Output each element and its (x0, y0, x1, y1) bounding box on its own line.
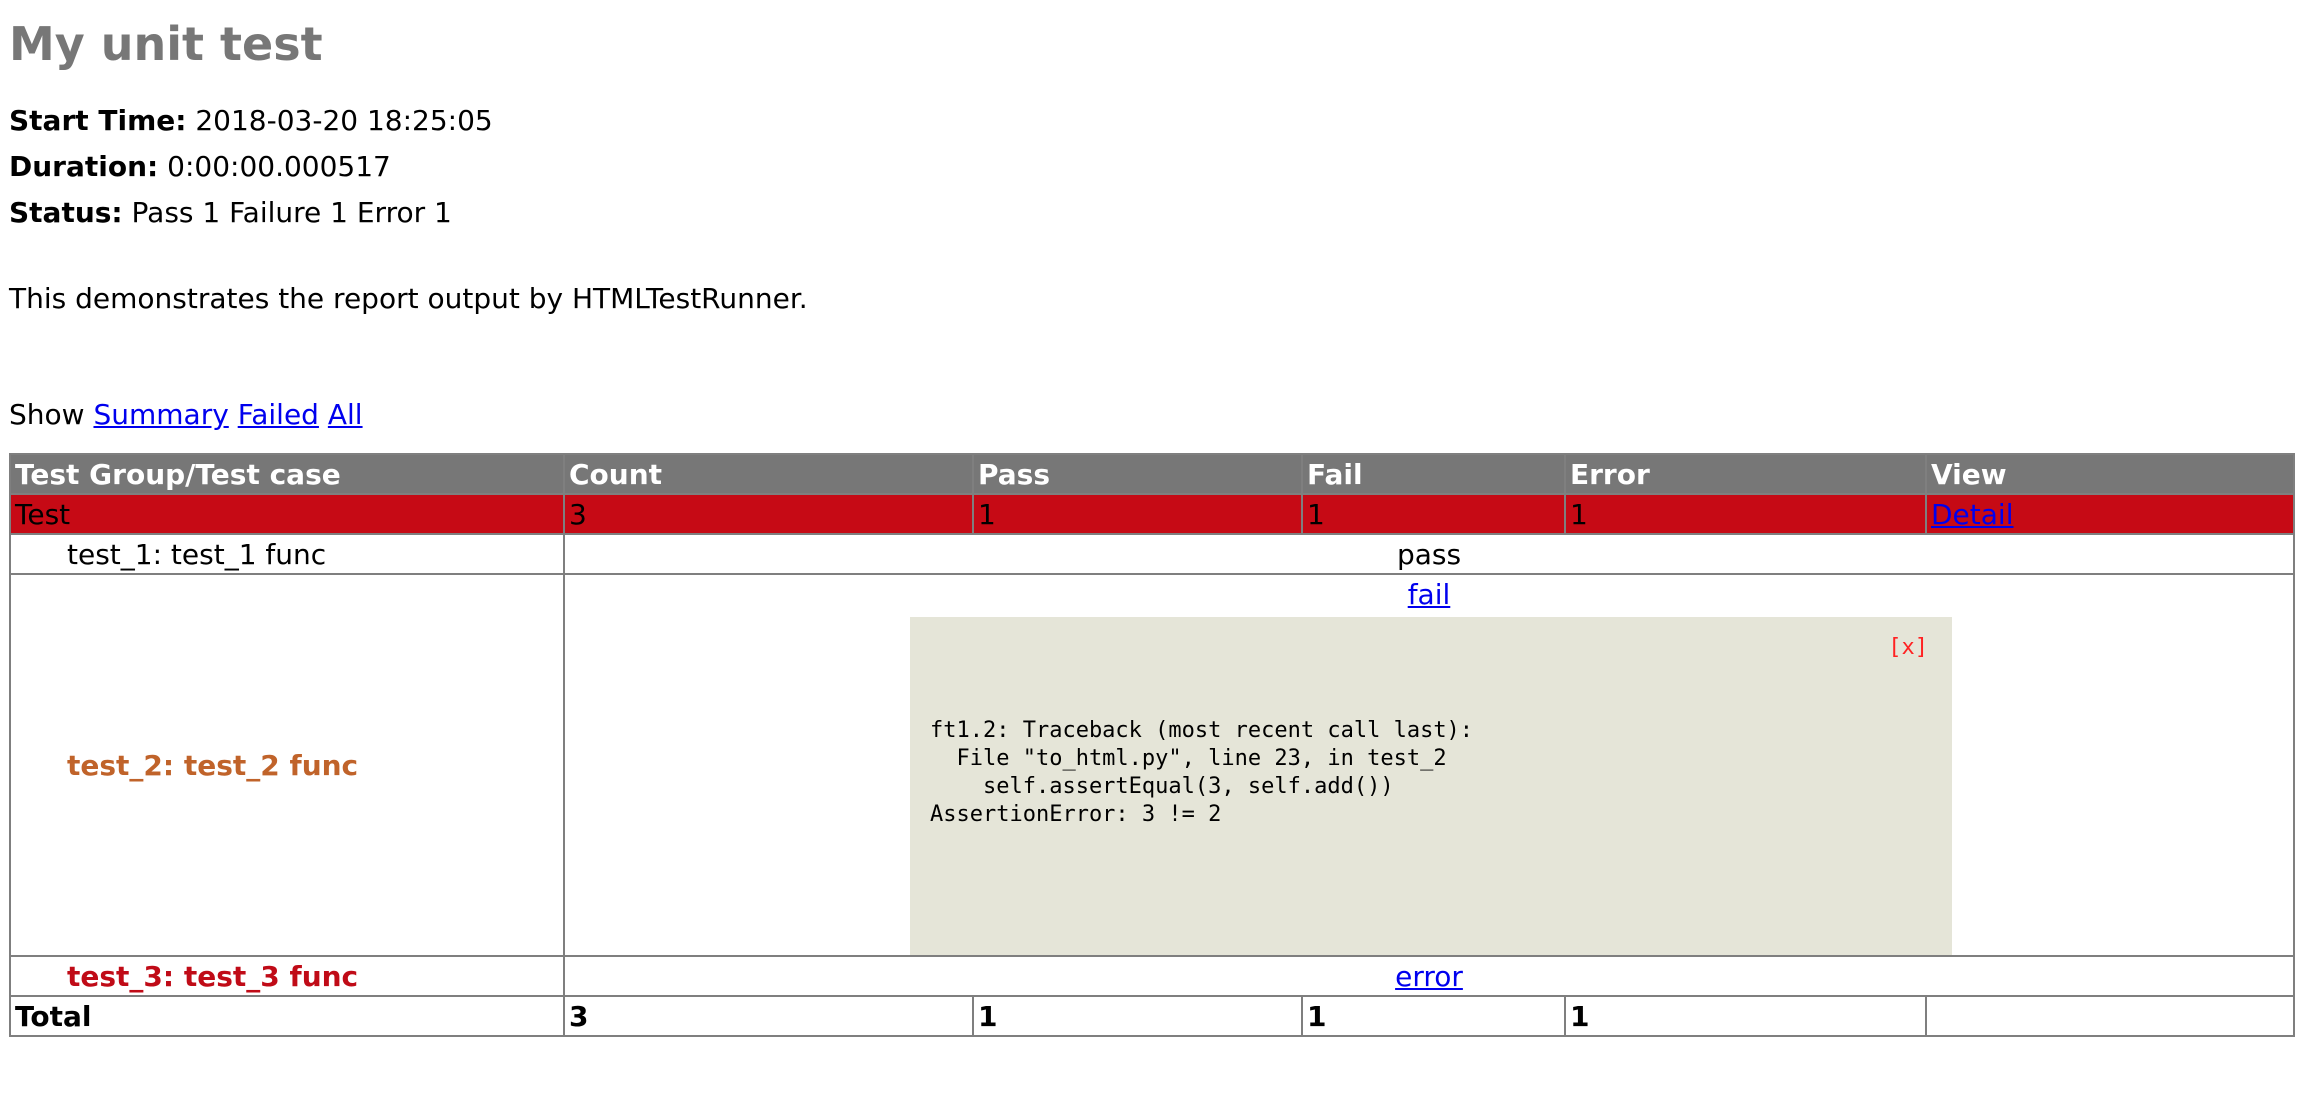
case-fail-link[interactable]: fail (1408, 578, 1451, 611)
total-fail: 1 (1301, 995, 1566, 1037)
group-fail: 1 (1301, 493, 1566, 535)
case-name-test-1: test_1: test_1 func (9, 533, 565, 575)
case-status-test-2-cell: fail [x] ft1.2: Traceback (most recent c… (563, 573, 2295, 957)
header-pass: Pass (972, 453, 1303, 495)
table-row: test_2: test_2 func fail [x] ft1.2: Trac… (9, 573, 2295, 957)
page-title: My unit test (9, 17, 323, 71)
total-count: 3 (563, 995, 974, 1037)
report-description: This demonstrates the report output by H… (9, 282, 808, 315)
total-row: Total 3 1 1 1 (9, 995, 2295, 1037)
show-label: Show (9, 398, 85, 431)
case-name-test-3: test_3: test_3 func (67, 959, 359, 993)
traceback-popup: [x] ft1.2: Traceback (most recent call l… (910, 617, 1952, 954)
total-view (1925, 995, 2295, 1037)
report-page: My unit test Start Time: 2018-03-20 18:2… (0, 0, 2300, 438)
header-fail: Fail (1301, 453, 1566, 495)
group-row-test: Test 3 1 1 1 Detail (9, 493, 2295, 535)
group-pass: 1 (972, 493, 1303, 535)
case-name-test-3-cell: test_3: test_3 func (9, 955, 565, 997)
status-attribute: Status: Pass 1 Failure 1 Error 1 (9, 190, 2300, 236)
traceback-text: ft1.2: Traceback (most recent call last)… (930, 718, 1474, 827)
start-time-value: 2018-03-20 18:25:05 (195, 104, 493, 137)
group-detail-link[interactable]: Detail (1931, 498, 2013, 531)
table-header-row: Test Group/Test case Count Pass Fail Err… (9, 453, 2295, 495)
total-error: 1 (1564, 995, 1927, 1037)
start-time-label: Start Time: (9, 104, 187, 137)
case-error-link[interactable]: error (1395, 960, 1463, 993)
total-label: Total (9, 995, 565, 1037)
close-popup-button[interactable]: [x] (1888, 635, 1928, 660)
group-error: 1 (1564, 493, 1927, 535)
show-summary-link[interactable]: Summary (93, 398, 228, 431)
table-row: test_1: test_1 func pass (9, 533, 2295, 575)
header-test-group: Test Group/Test case (9, 453, 565, 495)
group-name: Test (9, 493, 565, 535)
status-label: Status: (9, 196, 123, 229)
header-error: Error (1564, 453, 1927, 495)
case-status-test-3-cell: error (563, 955, 2295, 997)
show-filter: Show Summary Failed All (9, 392, 2300, 438)
total-pass: 1 (972, 995, 1303, 1037)
group-view-cell: Detail (1925, 493, 2295, 535)
status-value: Pass 1 Failure 1 Error 1 (131, 196, 452, 229)
header-view: View (1925, 453, 2295, 495)
start-time-attribute: Start Time: 2018-03-20 18:25:05 (9, 98, 2300, 144)
table-row: test_3: test_3 func error (9, 955, 2295, 997)
duration-label: Duration: (9, 150, 159, 183)
show-failed-link[interactable]: Failed (238, 398, 319, 431)
header-count: Count (563, 453, 974, 495)
duration-value: 0:00:00.000517 (167, 150, 391, 183)
duration-attribute: Duration: 0:00:00.000517 (9, 144, 2300, 190)
group-count: 3 (563, 493, 974, 535)
case-name-test-2: test_2: test_2 func (67, 748, 359, 782)
show-all-link[interactable]: All (328, 398, 363, 431)
case-status-test-1: pass (563, 533, 2295, 575)
case-name-test-2-cell: test_2: test_2 func (9, 573, 565, 957)
result-table: Test Group/Test case Count Pass Fail Err… (9, 453, 2295, 1037)
